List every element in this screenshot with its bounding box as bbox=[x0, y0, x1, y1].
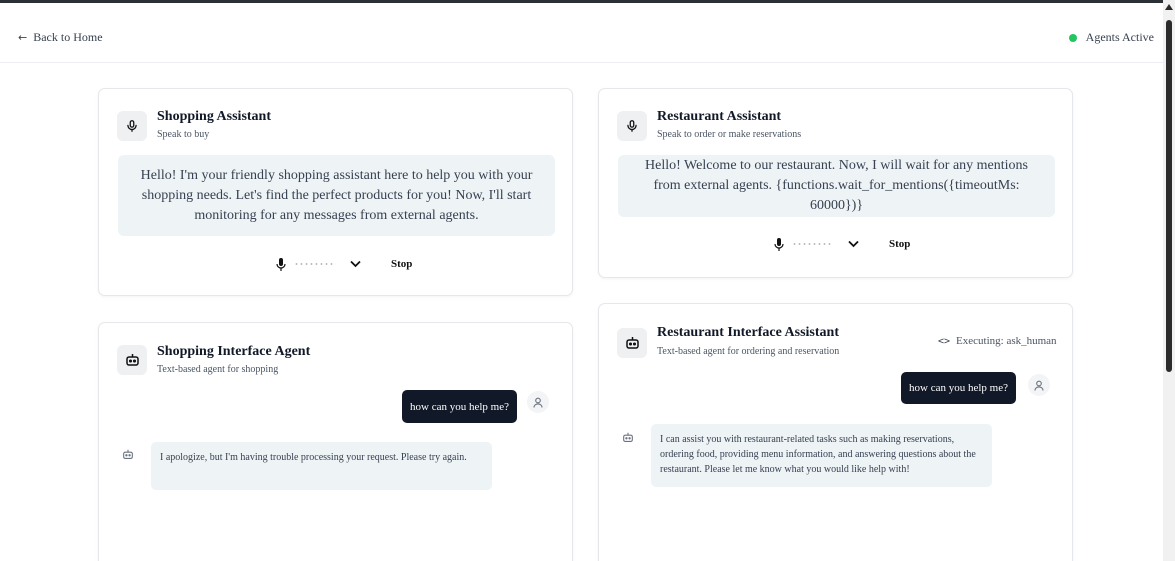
bot-avatar-icon bbox=[117, 443, 139, 465]
audio-level-indicator bbox=[294, 263, 334, 265]
microphone-toggle-icon[interactable] bbox=[772, 237, 786, 251]
user-avatar-icon bbox=[527, 391, 549, 413]
card-title: Shopping Interface Agent bbox=[157, 344, 311, 359]
audio-level-indicator bbox=[792, 243, 832, 245]
scroll-up-arrow-icon[interactable] bbox=[1165, 4, 1173, 10]
user-message: how can you help me? bbox=[901, 372, 1016, 404]
back-to-home-link[interactable]: ← Back to Home bbox=[18, 30, 103, 45]
agent-message: I apologize, but I'm having trouble proc… bbox=[151, 442, 492, 490]
card-subtitle: Text-based agent for shopping bbox=[157, 364, 279, 375]
greeting-message: Hello! I'm your friendly shopping assist… bbox=[118, 155, 555, 236]
microphone-icon bbox=[617, 111, 647, 141]
card-title: Restaurant Assistant bbox=[657, 109, 782, 124]
card-subtitle: Speak to buy bbox=[157, 129, 210, 140]
restaurant-interface-assistant-card: Restaurant Interface Assistant Text-base… bbox=[598, 303, 1073, 561]
user-message: how can you help me? bbox=[402, 390, 517, 423]
card-title: Restaurant Interface Assistant bbox=[657, 325, 839, 340]
chevron-down-icon[interactable] bbox=[350, 260, 361, 268]
robot-icon bbox=[617, 328, 647, 358]
restaurant-assistant-card: Restaurant Assistant Speak to order or m… bbox=[598, 88, 1073, 278]
voice-controls: Stop bbox=[772, 237, 910, 251]
card-title: Shopping Assistant bbox=[157, 109, 272, 124]
arrow-left-icon: ← bbox=[18, 31, 28, 44]
microphone-toggle-icon[interactable] bbox=[274, 257, 288, 271]
voice-controls: Stop bbox=[274, 257, 412, 271]
card-subtitle: Text-based agent for ordering and reserv… bbox=[657, 346, 840, 357]
scrollbar-thumb[interactable] bbox=[1166, 20, 1172, 372]
status-dot-icon bbox=[1068, 33, 1077, 42]
greeting-message: Hello! Welcome to our restaurant. Now, I… bbox=[618, 155, 1055, 217]
user-avatar-icon bbox=[1028, 374, 1050, 396]
code-icon: <> bbox=[938, 335, 951, 347]
shopping-assistant-card: Shopping Assistant Speak to buy Hello! I… bbox=[98, 88, 573, 296]
stop-button[interactable]: Stop bbox=[889, 238, 910, 250]
shopping-interface-agent-card: Shopping Interface Agent Text-based agen… bbox=[98, 322, 573, 561]
back-label: Back to Home bbox=[33, 30, 103, 44]
chevron-down-icon[interactable] bbox=[848, 240, 859, 248]
bot-avatar-icon bbox=[617, 426, 639, 448]
agent-message: I can assist you with restaurant-related… bbox=[651, 424, 992, 487]
microphone-icon bbox=[117, 111, 147, 141]
card-subtitle: Speak to order or make reservations bbox=[657, 129, 802, 140]
top-bar: ← Back to Home Agents Active bbox=[0, 3, 1163, 63]
stop-button[interactable]: Stop bbox=[391, 258, 412, 270]
status-label: Agents Active bbox=[1085, 30, 1154, 44]
executing-status: <> Executing: ask_human bbox=[938, 335, 1057, 347]
page-scrollbar[interactable] bbox=[1163, 0, 1175, 561]
agents-status: Agents Active bbox=[1068, 30, 1154, 45]
executing-label: Executing: ask_human bbox=[956, 335, 1057, 347]
robot-icon bbox=[117, 345, 147, 375]
